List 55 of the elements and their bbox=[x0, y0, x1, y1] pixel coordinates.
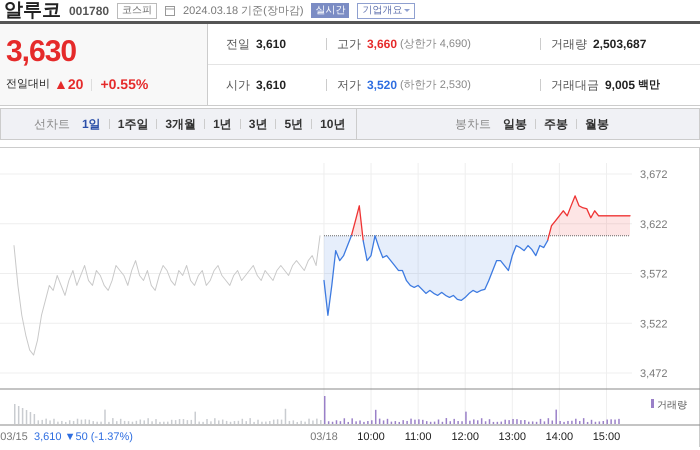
y-axis-label: 3,522 bbox=[640, 318, 668, 330]
y-axis-label: 3,572 bbox=[640, 268, 668, 280]
period-tab[interactable]: 1일 bbox=[82, 115, 101, 133]
company-overview-dropdown[interactable]: 기업개요 bbox=[357, 2, 416, 18]
period-tab[interactable]: 1주일 bbox=[118, 115, 148, 133]
stat-value: 2,503,687 bbox=[593, 36, 646, 53]
stat-label: 고가 bbox=[337, 36, 361, 53]
stat-value: 3,520 bbox=[367, 76, 398, 94]
calendar-icon bbox=[165, 5, 176, 16]
period-tab[interactable]: 3년 bbox=[248, 115, 268, 133]
market-label: 코스피 bbox=[117, 2, 158, 18]
tab-group-label: 선차트 bbox=[34, 116, 70, 133]
x-axis-label: 15:00 bbox=[592, 431, 620, 443]
price-limit-note: (상한가 4,690) bbox=[400, 36, 471, 52]
stock-code: 001780 bbox=[69, 2, 110, 18]
tab-group-label: 봉차트 bbox=[455, 116, 491, 133]
x-axis-label: 13:00 bbox=[498, 431, 526, 443]
current-price: 3,630 bbox=[6, 36, 78, 68]
period-tab[interactable]: 1년 bbox=[213, 115, 232, 133]
change-label: 전일대비 bbox=[6, 77, 50, 92]
x-axis-label: 03/15 bbox=[0, 431, 28, 443]
period-tab[interactable]: 5년 bbox=[284, 115, 304, 133]
legend-swatch-icon bbox=[651, 399, 654, 408]
volume-legend: 거래량 bbox=[657, 400, 687, 411]
company-name: 알루코 bbox=[4, 0, 61, 22]
stat-label: 거래대금 bbox=[551, 76, 599, 94]
caret-icon bbox=[404, 9, 410, 12]
reference-date: 2024.03.18 기준(장마감) bbox=[183, 4, 304, 18]
realtime-badge: 실시간 bbox=[311, 3, 350, 18]
stat-value: 3,610 bbox=[256, 76, 286, 94]
period-tab[interactable]: 10년 bbox=[320, 115, 346, 133]
change-value: ▲20 bbox=[54, 75, 84, 94]
period-tab[interactable]: 월봉 bbox=[585, 115, 609, 133]
y-axis-label: 3,672 bbox=[640, 169, 668, 181]
y-axis-label: 3,622 bbox=[640, 218, 668, 231]
x-axis-label: 03/18 bbox=[310, 431, 338, 443]
x-axis-label: 11:00 bbox=[404, 431, 432, 443]
stat-value: 9,005 bbox=[605, 76, 636, 94]
previous-day-summary: 3,610 ▼50 (-1.37%) bbox=[34, 431, 133, 443]
x-axis-label: 10:00 bbox=[357, 431, 385, 443]
x-axis-label: 12:00 bbox=[451, 431, 479, 443]
period-tab[interactable]: 일봉 bbox=[503, 115, 527, 133]
stat-label: 거래량 bbox=[551, 36, 587, 53]
y-axis-label: 3,472 bbox=[640, 368, 668, 380]
price-limit-note: (하한가 2,530) bbox=[400, 78, 471, 92]
period-tab[interactable]: 주봉 bbox=[544, 115, 568, 133]
x-axis-label: 14:00 bbox=[546, 431, 574, 443]
stat-value: 3,660 bbox=[367, 36, 398, 53]
stat-value: 3,610 bbox=[256, 36, 286, 53]
stat-label: 저가 bbox=[337, 76, 361, 94]
stat-label: 전일 bbox=[226, 36, 250, 53]
period-tab[interactable]: 3개월 bbox=[165, 115, 196, 133]
unit-label: 백만 bbox=[638, 78, 660, 92]
stat-label: 시가 bbox=[226, 76, 250, 94]
change-percent: +0.55% bbox=[100, 75, 148, 94]
